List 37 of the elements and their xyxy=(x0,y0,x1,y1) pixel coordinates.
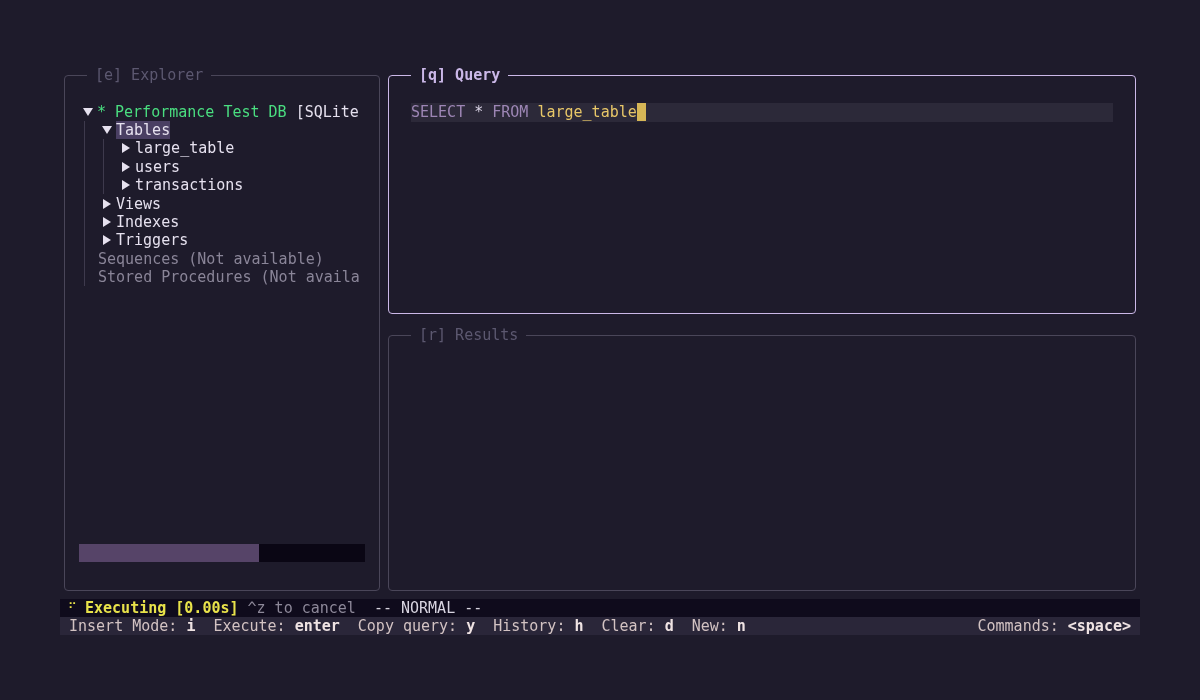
hint-label: History: xyxy=(493,615,566,637)
caret-icon[interactable] xyxy=(83,106,93,117)
hint-label: Execute: xyxy=(213,616,286,637)
hint-key: h xyxy=(574,614,584,638)
caret-icon[interactable] xyxy=(102,235,112,246)
caret-icon[interactable] xyxy=(121,161,131,172)
hint-key: d xyxy=(664,614,674,638)
active-marker: * xyxy=(97,102,107,121)
tree-item[interactable]: Tables xyxy=(116,121,171,140)
caret-icon[interactable] xyxy=(102,125,112,136)
tree-item[interactable]: Sequences (Not available) xyxy=(98,249,324,268)
caret-icon[interactable] xyxy=(121,180,131,191)
caret-icon[interactable] xyxy=(121,143,131,154)
tree-item[interactable]: Performance Test DB xyxy=(115,102,287,121)
sql-token: FROM xyxy=(492,103,529,121)
panel-title[interactable]: [q] Query xyxy=(419,66,501,84)
hint-key: n xyxy=(736,614,746,638)
sql-token: SELECT xyxy=(411,103,466,121)
sql-token: large_table xyxy=(536,103,637,121)
tree-item[interactable]: Views xyxy=(116,194,162,213)
database-type: [SQLite xyxy=(295,102,359,121)
sql-token: * xyxy=(473,103,485,121)
hint-key: <space> xyxy=(1067,614,1131,638)
tree-item[interactable]: Stored Procedures (Not availa xyxy=(98,268,360,287)
hint-label: New: xyxy=(691,615,728,637)
caret-icon[interactable] xyxy=(102,198,112,209)
caret-icon[interactable] xyxy=(102,217,112,228)
hint-label: Clear: xyxy=(601,615,656,637)
tree-item[interactable]: Triggers xyxy=(116,231,189,250)
hint-label: Commands: xyxy=(977,615,1059,637)
hint-label: Insert Mode: xyxy=(69,616,178,637)
tree-item[interactable]: large_table xyxy=(135,139,235,158)
tree-item[interactable]: transactions xyxy=(135,176,244,195)
spinner-icon: ⠋ xyxy=(68,599,77,617)
tree-item[interactable]: users xyxy=(135,157,181,176)
tree-item[interactable]: Indexes xyxy=(116,213,180,232)
query-editor[interactable]: SELECT * FROM large_table xyxy=(411,102,1113,122)
